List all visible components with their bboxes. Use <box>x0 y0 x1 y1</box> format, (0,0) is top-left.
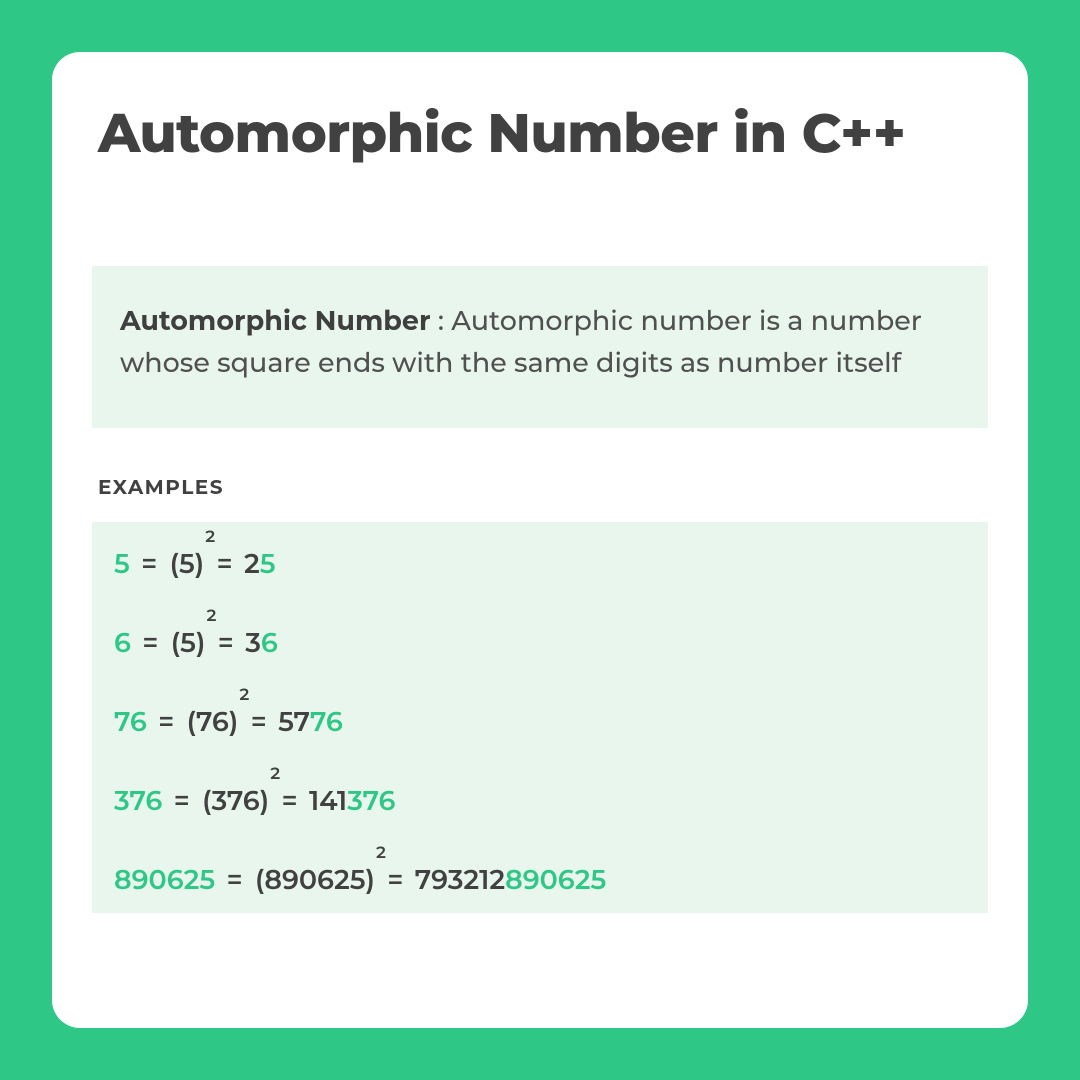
content-card: Automorphic Number in C++ Automorphic Nu… <box>52 52 1028 1028</box>
equals-sign: = <box>282 784 298 817</box>
exponent: 2 <box>239 687 249 704</box>
example-row: 376 = (376) 2 = 141376 <box>114 787 966 814</box>
example-number: 5 <box>114 547 130 580</box>
result-suffix: 890625 <box>505 863 606 896</box>
definition-box: Automorphic Number : Automorphic number … <box>92 266 988 428</box>
equals-sign: = <box>387 863 403 896</box>
equals-sign: = <box>251 705 267 738</box>
result-prefix: 793212 <box>415 863 505 896</box>
result-prefix: 57 <box>278 705 310 738</box>
squared-expression: (5) 2 <box>170 550 205 577</box>
result-suffix: 76 <box>310 705 343 738</box>
example-number: 890625 <box>114 863 215 896</box>
example-row: 890625 = (890625) 2 = 793212890625 <box>114 866 966 893</box>
equals-sign: = <box>218 626 234 659</box>
squared-expression: (376) 2 <box>202 787 269 814</box>
example-number: 376 <box>114 784 162 817</box>
example-row: 6 = (5) 2 = 36 <box>114 629 966 656</box>
definition-term: Automorphic Number <box>120 304 431 337</box>
example-row: 76 = (76) 2 = 5776 <box>114 708 966 735</box>
examples-label: EXAMPLES <box>98 476 988 500</box>
exponent: 2 <box>205 529 215 546</box>
examples-box: 5 = (5) 2 = 25 6 = (5) 2 = 36 76 = (76) … <box>92 522 988 913</box>
squared-expression: (890625) 2 <box>255 866 375 893</box>
result-prefix: 3 <box>245 626 261 659</box>
equals-sign: = <box>174 784 190 817</box>
definition-text: Automorphic Number : Automorphic number … <box>120 300 960 384</box>
equals-sign: = <box>158 705 174 738</box>
example-number: 6 <box>114 626 131 659</box>
exponent: 2 <box>270 766 280 783</box>
equals-sign: = <box>227 863 243 896</box>
equals-sign: = <box>141 547 157 580</box>
exponent: 2 <box>376 845 386 862</box>
exponent: 2 <box>206 608 216 625</box>
squared-expression: (5) 2 <box>171 629 206 656</box>
result-suffix: 5 <box>260 547 276 580</box>
example-number: 76 <box>114 705 147 738</box>
equals-sign: = <box>142 626 158 659</box>
result-suffix: 6 <box>261 626 278 659</box>
equals-sign: = <box>217 547 233 580</box>
result-suffix: 376 <box>347 784 395 817</box>
squared-expression: (76) 2 <box>187 708 239 735</box>
example-row: 5 = (5) 2 = 25 <box>114 550 966 577</box>
page-title: Automorphic Number in C++ <box>98 100 988 166</box>
result-prefix: 141 <box>309 784 347 817</box>
result-prefix: 2 <box>244 547 260 580</box>
